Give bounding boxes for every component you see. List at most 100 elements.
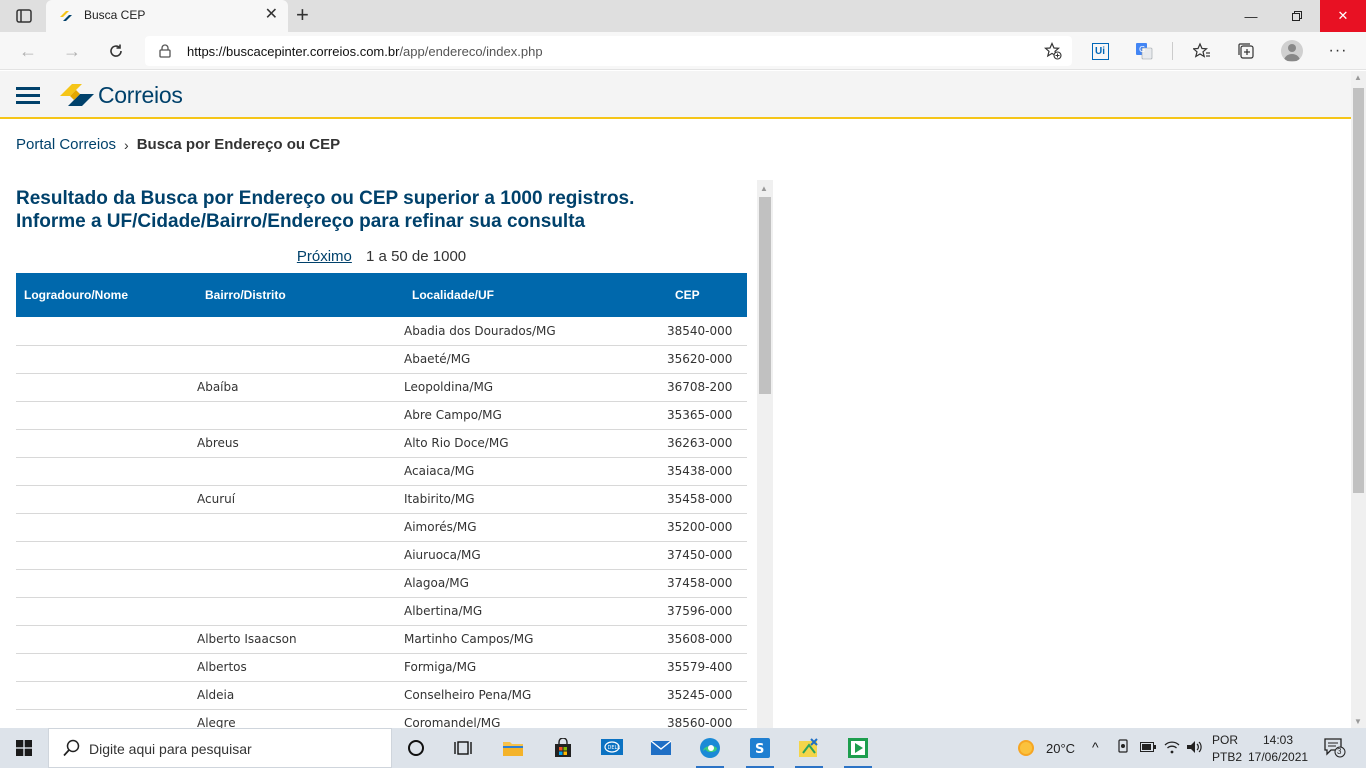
- clock-time: 14:03: [1262, 733, 1294, 747]
- tab-title: Busca CEP: [84, 8, 146, 22]
- results-title-line1: Resultado da Busca por Endereço ou CEP s…: [16, 188, 635, 209]
- task-view-icon[interactable]: [443, 732, 483, 764]
- uipath-extension-icon[interactable]: Ui: [1090, 41, 1110, 61]
- browser-tab[interactable]: Busca CEP ✕: [46, 0, 288, 32]
- windows-taskbar: Digite aqui para pesquisar DELL S 20°C ^: [0, 728, 1366, 768]
- profile-avatar-icon[interactable]: [1281, 40, 1303, 62]
- close-window-icon[interactable]: ✕: [1320, 0, 1366, 32]
- cell-cep: 37450-000: [667, 541, 747, 570]
- taskbar-search-input[interactable]: Digite aqui para pesquisar: [48, 728, 392, 768]
- cell-localidade: Aimorés/MG: [404, 513, 667, 542]
- scroll-up-arrow-icon[interactable]: ▲: [760, 184, 768, 193]
- table-row: Acuruí Itabirito/MG 35458-000: [16, 485, 747, 514]
- file-explorer-icon[interactable]: [493, 732, 533, 764]
- media-player-icon[interactable]: [838, 732, 878, 768]
- more-menu-icon[interactable]: ···: [1328, 41, 1348, 61]
- cell-logradouro: [16, 373, 197, 402]
- results-panel: Resultado da Busca por Endereço ou CEP s…: [16, 180, 757, 728]
- hamburger-menu-icon[interactable]: [16, 87, 40, 105]
- column-header-localidade: Localidade/UF: [412, 288, 495, 302]
- language-indicator[interactable]: POR PTB2: [1212, 733, 1242, 764]
- browser-tab-bar: Busca CEP ✕ + — ✕: [0, 0, 1366, 32]
- page-scroll-thumb[interactable]: [1353, 88, 1364, 493]
- cell-bairro: [197, 345, 404, 374]
- notification-center-icon[interactable]: 3: [1324, 738, 1346, 761]
- tray-meet-icon[interactable]: [1116, 739, 1130, 758]
- tray-chevron-up-icon[interactable]: ^: [1092, 739, 1099, 755]
- back-icon[interactable]: ←: [18, 41, 38, 61]
- cell-cep: 35245-000: [667, 681, 747, 710]
- cell-logradouro: [16, 597, 197, 626]
- cell-bairro: Alegre: [197, 709, 404, 728]
- scroll-thumb[interactable]: [759, 197, 771, 394]
- cell-localidade: Acaiaca/MG: [404, 457, 667, 486]
- battery-icon[interactable]: [1140, 741, 1156, 755]
- cell-localidade: Martinho Campos/MG: [404, 625, 667, 654]
- cell-bairro: [197, 569, 404, 598]
- cell-cep: 35458-000: [667, 485, 747, 514]
- correios-logo[interactable]: Correios: [60, 81, 183, 109]
- table-row: Abaeté/MG 35620-000: [16, 345, 747, 374]
- favorites-icon[interactable]: [1192, 41, 1212, 61]
- cell-logradouro: [16, 681, 197, 710]
- chevron-right-icon: ›: [124, 136, 129, 153]
- cell-cep: 35438-000: [667, 457, 747, 486]
- cell-logradouro: [16, 625, 197, 654]
- weather-temperature[interactable]: 20°C: [1046, 741, 1075, 756]
- results-title-line2: Informe a UF/Cidade/Bairro/Endereço para…: [16, 211, 586, 232]
- cell-bairro: [197, 401, 404, 430]
- page-scroll-down-arrow-icon[interactable]: ▼: [1354, 717, 1362, 726]
- add-favorite-icon[interactable]: [1043, 42, 1062, 60]
- tab-close-icon[interactable]: ✕: [265, 7, 278, 23]
- page-scroll-up-arrow-icon[interactable]: ▲: [1354, 73, 1362, 82]
- cell-cep: 38560-000: [667, 709, 747, 728]
- collections-icon[interactable]: [1236, 41, 1256, 61]
- volume-icon[interactable]: [1186, 740, 1204, 757]
- refresh-icon[interactable]: [106, 41, 126, 61]
- edge-browser-icon[interactable]: [690, 732, 730, 768]
- mail-icon[interactable]: [641, 732, 681, 764]
- cortana-icon[interactable]: [396, 732, 436, 764]
- next-page-link[interactable]: Próximo: [297, 248, 352, 265]
- restore-icon[interactable]: [1274, 0, 1320, 32]
- cell-cep: 37596-000: [667, 597, 747, 626]
- cell-bairro: [197, 597, 404, 626]
- new-tab-icon[interactable]: +: [296, 4, 309, 26]
- results-table: Logradouro/Nome Bairro/Distrito Localida…: [16, 273, 747, 728]
- table-row: Abaíba Leopoldina/MG 36708-200: [16, 373, 747, 402]
- notification-count: 3: [1337, 747, 1342, 756]
- cell-localidade: Abre Campo/MG: [404, 401, 667, 430]
- cell-localidade: Alto Rio Doce/MG: [404, 429, 667, 458]
- correios-favicon-icon: [58, 9, 74, 23]
- minimize-icon[interactable]: —: [1228, 0, 1274, 32]
- wifi-icon[interactable]: [1164, 740, 1180, 757]
- table-row: Abreus Alto Rio Doce/MG 36263-000: [16, 429, 747, 458]
- windows-start-icon[interactable]: [0, 728, 48, 768]
- cell-localidade: Alagoa/MG: [404, 569, 667, 598]
- cell-localidade: Abaeté/MG: [404, 345, 667, 374]
- cell-cep: 36708-200: [667, 373, 747, 402]
- cell-logradouro: [16, 457, 197, 486]
- sharepoint-app-icon[interactable]: S: [740, 732, 780, 768]
- automation-app-icon[interactable]: [789, 732, 829, 768]
- translate-extension-icon[interactable]: G: [1134, 41, 1154, 61]
- cell-localidade: Abadia dos Dourados/MG: [404, 317, 667, 346]
- store-icon[interactable]: [543, 732, 583, 764]
- table-row: Abadia dos Dourados/MG 38540-000: [16, 317, 747, 346]
- clock[interactable]: 14:03 17/06/2021: [1248, 733, 1308, 764]
- clock-date: 17/06/2021: [1248, 750, 1309, 764]
- cell-bairro: Aldeia: [197, 681, 404, 710]
- breadcrumb-home-link[interactable]: Portal Correios: [16, 136, 116, 153]
- weather-icon[interactable]: [1008, 732, 1044, 764]
- cell-cep: 35200-000: [667, 513, 747, 542]
- column-header-bairro: Bairro/Distrito: [205, 288, 286, 302]
- pager-range: 1 a 50 de 1000: [366, 248, 467, 265]
- page-scrollbar[interactable]: ▲ ▼: [1351, 71, 1366, 728]
- url-input[interactable]: https://buscacepinter.correios.com.br/ap…: [145, 36, 1072, 66]
- svg-text:S: S: [755, 742, 764, 757]
- forward-icon[interactable]: →: [62, 41, 82, 61]
- tab-actions-icon[interactable]: [10, 6, 38, 26]
- dell-app-icon[interactable]: DELL: [592, 732, 632, 764]
- pager: Próximo 1 a 50 de 1000: [16, 248, 747, 265]
- results-scrollbar[interactable]: ▲: [757, 180, 773, 728]
